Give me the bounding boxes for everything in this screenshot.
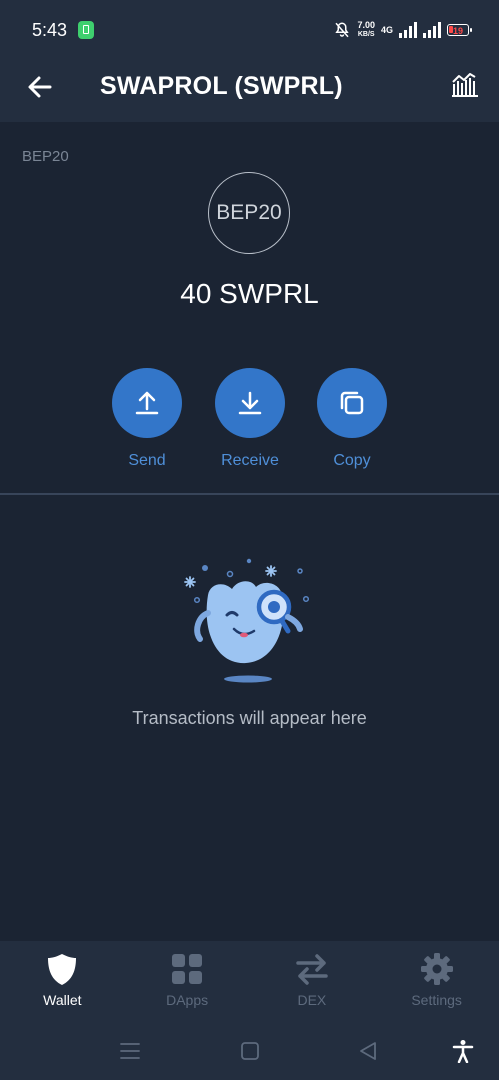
arrow-left-icon[interactable] — [24, 71, 56, 103]
empty-transactions-illustration — [184, 558, 310, 683]
copy-button[interactable]: Copy — [307, 368, 397, 470]
signal-icon-2 — [423, 22, 441, 38]
speed-unit: KB/S — [357, 31, 375, 38]
download-icon — [238, 391, 262, 415]
token-logo: BEP20 — [208, 172, 290, 254]
receive-button[interactable]: Receive — [205, 368, 295, 470]
nav-dapps[interactable]: DApps — [125, 941, 250, 1023]
speed-value: 7.00 — [357, 20, 375, 30]
status-bar: 5:43 7.00 KB/S 4G 19 — [0, 0, 499, 60]
signal-icon — [399, 22, 417, 38]
upload-icon — [135, 391, 159, 415]
nav-wallet-label: Wallet — [43, 992, 82, 1008]
token-standard-label: BEP20 — [22, 148, 69, 165]
send-label: Send — [128, 452, 166, 469]
copy-button-circle[interactable] — [317, 368, 387, 438]
page-title: SWAPROL (SWPRL) — [100, 72, 343, 100]
app-bar: SWAPROL (SWPRL) — [0, 60, 499, 122]
nav-settings-label: Settings — [411, 992, 462, 1008]
nav-settings[interactable]: Settings — [374, 941, 499, 1023]
back-nav-icon[interactable] — [356, 1039, 380, 1063]
system-nav-bar — [0, 1023, 499, 1080]
copy-label: Copy — [333, 452, 371, 469]
divider — [0, 493, 499, 495]
copy-icon — [340, 391, 364, 415]
empty-transactions-text: Transactions will appear here — [132, 708, 367, 728]
grid-icon — [172, 954, 203, 984]
nav-dapps-label: DApps — [166, 992, 209, 1008]
status-icons: 7.00 KB/S 4G 19 — [333, 18, 472, 42]
battery-icon: 19 — [447, 24, 472, 36]
nav-dex-label: DEX — [297, 992, 327, 1008]
battery-level: 19 — [452, 26, 463, 36]
bell-off-icon — [335, 22, 350, 38]
home-icon[interactable] — [238, 1039, 262, 1063]
receive-label: Receive — [221, 452, 279, 469]
send-button-circle[interactable] — [112, 368, 182, 438]
status-time: 5:43 — [32, 20, 68, 40]
token-balance: 40 SWPRL — [180, 278, 319, 309]
bottom-nav: Wallet DApps DEX Settings — [0, 941, 499, 1023]
send-button[interactable]: Send — [102, 368, 192, 470]
swap-arrows-icon — [296, 954, 328, 985]
network-speed: 7.00 KB/S — [357, 21, 375, 39]
receive-button-circle[interactable] — [215, 368, 285, 438]
nav-dex[interactable]: DEX — [250, 941, 375, 1023]
app-notification-icon — [78, 21, 94, 39]
gear-icon — [420, 953, 453, 985]
accessibility-icon[interactable] — [451, 1039, 475, 1063]
shield-icon — [48, 954, 77, 985]
nav-wallet[interactable]: Wallet — [0, 941, 125, 1023]
token-logo-text: BEP20 — [216, 201, 282, 224]
chart-icon[interactable] — [451, 70, 479, 98]
network-type: 4G — [380, 25, 393, 35]
menu-icon[interactable] — [118, 1039, 142, 1063]
